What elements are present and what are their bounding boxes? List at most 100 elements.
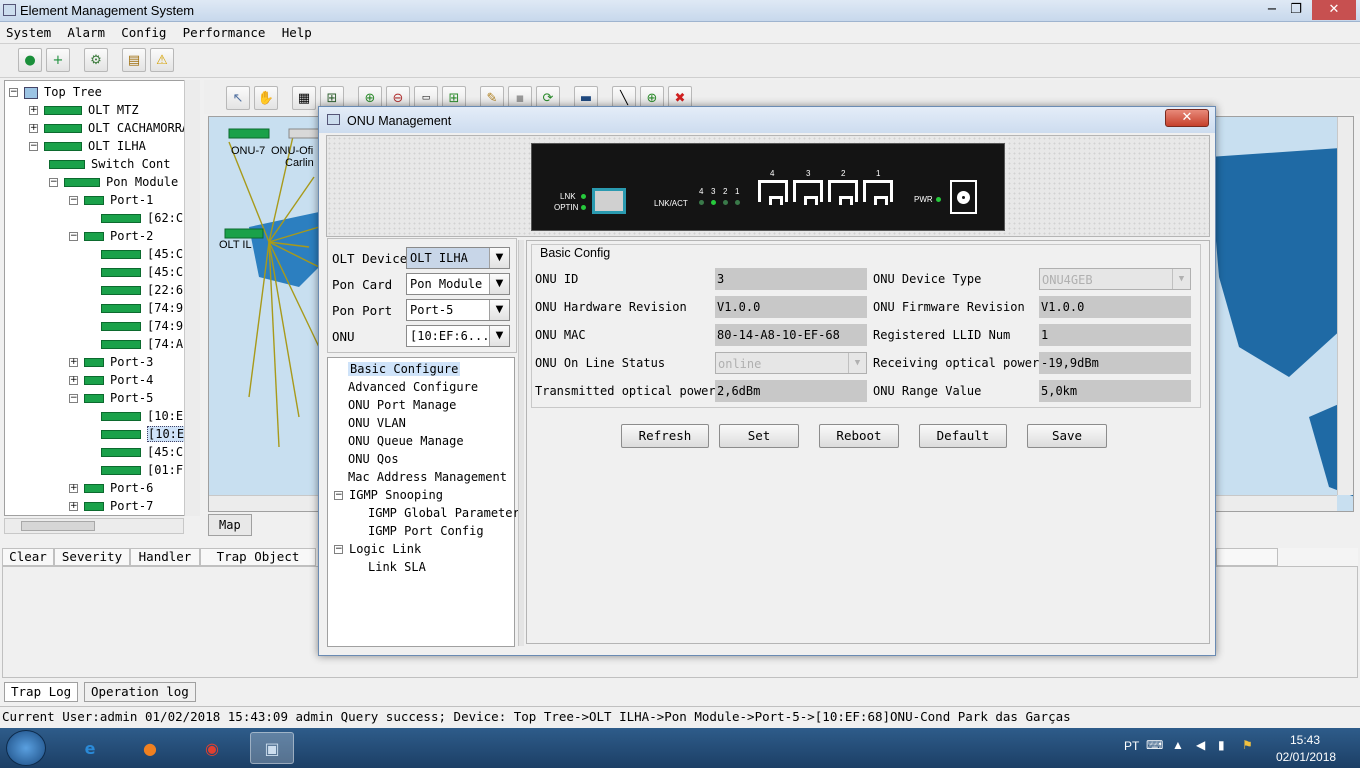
tree-node[interactable]: − Pon Module (49, 173, 178, 191)
map-vscrollbar[interactable] (1337, 117, 1353, 495)
tree-node[interactable]: + OLT CACHAMORRA (29, 119, 189, 137)
hand-icon[interactable]: ✋ (254, 86, 278, 110)
tab-trap-log[interactable]: Trap Log (4, 682, 79, 702)
nav-item[interactable]: ONU Port Manage (348, 397, 456, 413)
expand-icon[interactable]: + (69, 484, 78, 493)
tree-node[interactable]: − Port-2 (69, 227, 153, 245)
tree-node[interactable]: [45:C (101, 443, 183, 461)
maximize-button[interactable]: ❐ (1282, 0, 1310, 20)
tree-node[interactable]: [74:9 (101, 299, 183, 317)
clock-time[interactable]: 15:43 (1290, 733, 1320, 747)
collapse-icon[interactable]: − (29, 142, 38, 151)
chevron-down-icon[interactable]: ▼ (848, 353, 866, 373)
report-icon[interactable]: ▤ (122, 48, 146, 72)
tray-arrow-icon[interactable]: ▲ (1172, 738, 1184, 752)
firefox-icon[interactable]: ● (128, 732, 172, 764)
print-icon[interactable]: ▦ (292, 86, 316, 110)
chevron-down-icon[interactable]: ▼ (489, 274, 509, 294)
expand-icon[interactable]: + (69, 376, 78, 385)
col-severity[interactable]: Severity (54, 548, 130, 566)
onu-select[interactable]: [10:EF:6... ▼ (406, 325, 510, 347)
nav-item[interactable]: Advanced Configure (348, 379, 478, 395)
tree-node[interactable]: − Port-1 (69, 191, 153, 209)
config-select[interactable]: online ▼ (715, 352, 867, 374)
chevron-down-icon[interactable]: ▼ (1172, 269, 1190, 289)
config-select[interactable]: ONU4GEB ▼ (1039, 268, 1191, 290)
tree-node[interactable]: + Port-3 (69, 353, 153, 371)
set-button[interactable]: Set (719, 424, 799, 448)
tree-hscrollbar[interactable] (4, 518, 184, 534)
nav-item[interactable]: ONU Qos (348, 451, 399, 467)
pon-port-select[interactable]: Port-5 ▼ (406, 299, 510, 321)
tree-node[interactable]: + Port-6 (69, 479, 153, 497)
reboot-button[interactable]: Reboot (819, 424, 899, 448)
default-button[interactable]: Default (919, 424, 1007, 448)
tree-vscrollbar[interactable] (184, 80, 200, 516)
nav-item[interactable]: ONU VLAN (348, 415, 406, 431)
tab-map[interactable]: Map (208, 514, 252, 536)
menu-alarm[interactable]: Alarm (61, 22, 108, 40)
splitter[interactable] (518, 240, 524, 646)
expand-icon[interactable]: + (69, 358, 78, 367)
tree-node[interactable]: [62:C (101, 209, 183, 227)
tree-node[interactable]: [45:C (101, 263, 183, 281)
ie-icon[interactable]: e (68, 732, 112, 764)
nav-item[interactable]: Basic Configure (348, 361, 461, 377)
tree-node[interactable]: [10:E (101, 407, 183, 425)
tab-operation-log[interactable]: Operation log (84, 682, 196, 702)
chrome-icon[interactable]: ◉ (190, 732, 234, 764)
collapse-icon[interactable]: − (49, 178, 58, 187)
add-device-icon[interactable]: + (46, 48, 70, 72)
olt-device-select[interactable]: OLT ILHA ▼ (406, 247, 510, 269)
col-trap-object[interactable]: Trap Object (200, 548, 316, 566)
col-handler[interactable]: Handler (130, 548, 200, 566)
tree-node[interactable]: + Port-7 (69, 497, 153, 515)
tree-node[interactable]: [45:C (101, 245, 183, 263)
tree-node[interactable]: − Port-5 (69, 389, 153, 407)
nav-item[interactable]: ONU Queue Manage (348, 433, 464, 449)
tree-node[interactable]: [10:E (101, 425, 186, 443)
tree-node[interactable]: + OLT MTZ (29, 101, 139, 119)
nav-item[interactable]: Link SLA (368, 559, 426, 575)
col-clear[interactable]: Clear (2, 548, 54, 566)
tree-node[interactable]: [22:6 (101, 281, 183, 299)
menu-config[interactable]: Config (115, 22, 169, 40)
nav-item[interactable]: Mac Address Management (348, 469, 507, 485)
nav-item[interactable]: IGMP Port Config (368, 523, 484, 539)
settings-icon[interactable]: ⚙ (84, 48, 108, 72)
tree-node[interactable]: [74:9 (101, 317, 183, 335)
tree-node[interactable]: − OLT ILHA (29, 137, 146, 155)
tree-node[interactable]: [74:A (101, 335, 183, 353)
nav-item[interactable]: IGMP Global Parameter (368, 505, 520, 521)
save-button[interactable]: Save (1027, 424, 1107, 448)
language-indicator[interactable]: PT (1124, 739, 1139, 753)
ems-app-icon[interactable]: ▣ (250, 732, 294, 764)
dialog-close-button[interactable]: ✕ (1165, 109, 1209, 127)
collapse-icon[interactable]: − (334, 545, 343, 554)
expand-icon[interactable]: + (29, 124, 38, 133)
chevron-down-icon[interactable]: ▼ (489, 248, 509, 268)
alarm-warning-icon[interactable]: ⚠ (150, 48, 174, 72)
pointer-icon[interactable]: ↖ (226, 86, 250, 110)
chevron-down-icon[interactable]: ▼ (489, 300, 509, 320)
clock-date[interactable]: 02/01/2018 (1276, 750, 1336, 764)
tree-node[interactable]: + Port-4 (69, 371, 153, 389)
menu-performance[interactable]: Performance (177, 22, 269, 40)
chevron-down-icon[interactable]: ▼ (489, 326, 509, 346)
collapse-icon[interactable]: − (334, 491, 343, 500)
col-extra[interactable] (1216, 548, 1278, 566)
connect-icon[interactable]: ● (18, 48, 42, 72)
tree-node[interactable]: [01:F (101, 461, 183, 479)
tree-node[interactable]: − Top Tree (9, 83, 102, 101)
refresh-button[interactable]: Refresh (621, 424, 709, 448)
volume-icon[interactable]: ◀ (1196, 738, 1205, 752)
pon-card-select[interactable]: Pon Module ▼ (406, 273, 510, 295)
tree-node[interactable]: Switch Cont (49, 155, 170, 173)
keyboard-icon[interactable]: ⌨ (1146, 738, 1163, 752)
collapse-icon[interactable]: − (69, 196, 78, 205)
action-center-icon[interactable]: ⚑ (1242, 738, 1253, 752)
expand-icon[interactable]: + (69, 502, 78, 511)
close-button[interactable]: ✕ (1312, 0, 1356, 20)
menu-system[interactable]: System (0, 22, 54, 40)
start-button[interactable] (6, 730, 46, 766)
